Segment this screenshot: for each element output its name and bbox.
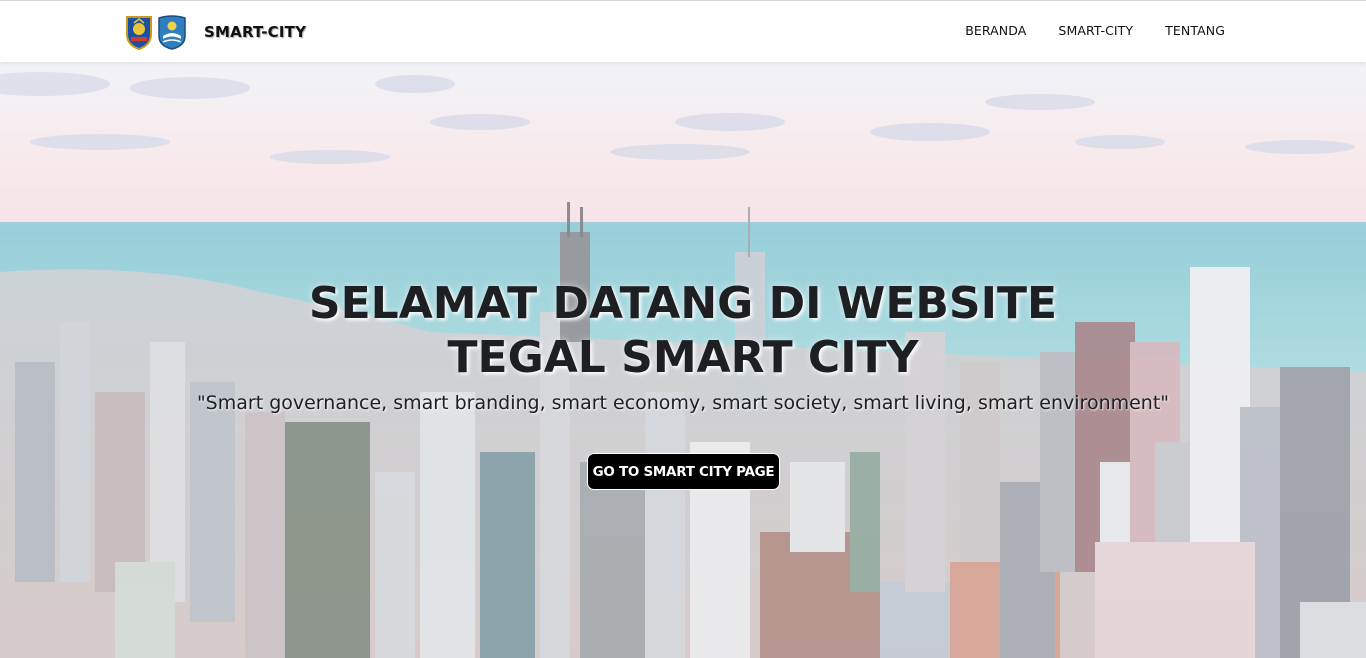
city-emblem-icon [158, 15, 186, 50]
hero-title-line-1: SELAMAT DATANG DI WEBSITE [308, 278, 1058, 329]
hero-subtitle: "Smart governance, smart branding, smart… [196, 392, 1170, 414]
navbar: SMART-CITY BERANDA SMART-CITY TENTANG [0, 0, 1366, 62]
nav-link-smart-city[interactable]: SMART-CITY [1058, 23, 1133, 38]
brand-title: SMART-CITY [204, 23, 307, 41]
hero-content: SELAMAT DATANG DI WEBSITE TEGAL SMART CI… [0, 62, 1366, 658]
nav-link-tentang[interactable]: TENTANG [1165, 23, 1225, 38]
province-emblem-icon [126, 16, 152, 50]
go-to-smart-city-button[interactable]: GO TO SMART CITY PAGE [587, 453, 780, 490]
hero-section: SELAMAT DATANG DI WEBSITE TEGAL SMART CI… [0, 62, 1366, 658]
nav-link-beranda[interactable]: BERANDA [965, 23, 1026, 38]
main-nav: BERANDA SMART-CITY TENTANG [933, 23, 1225, 38]
hero-title-line-2: TEGAL SMART CITY [447, 332, 919, 383]
hero-title: SELAMAT DATANG DI WEBSITE TEGAL SMART CI… [283, 277, 1083, 385]
brand[interactable]: SMART-CITY [124, 13, 306, 51]
